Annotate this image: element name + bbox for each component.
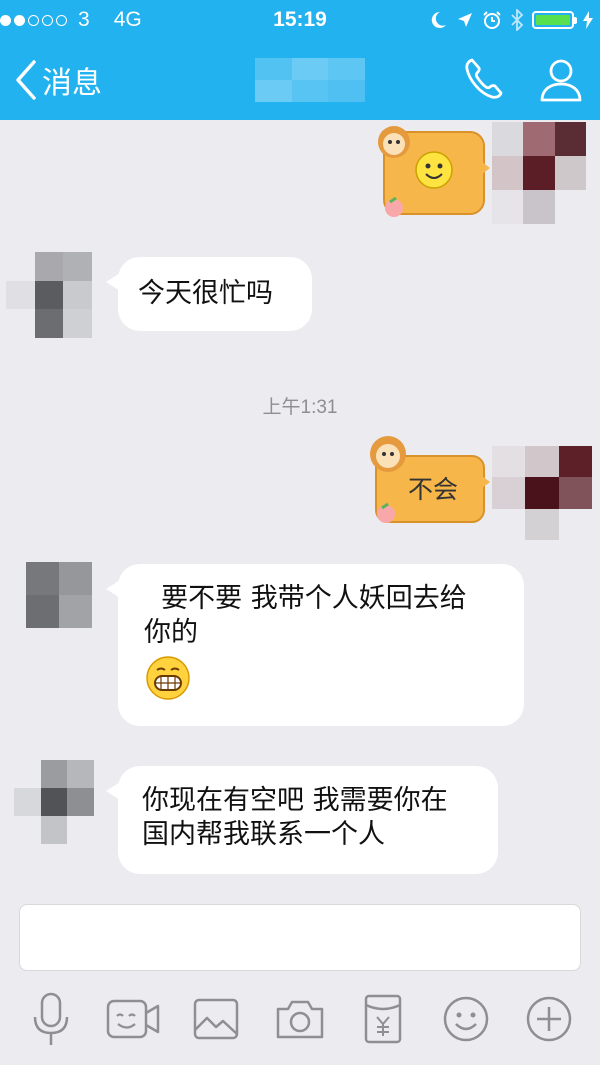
phone-call-button[interactable]: [460, 54, 510, 104]
sticker-text: 不会: [407, 475, 458, 504]
message-text-line: 你现在有空吧 我需要你在: [142, 785, 448, 816]
video-icon: [106, 999, 160, 1039]
camera-icon: [276, 1000, 324, 1039]
contact-avatar[interactable]: [26, 562, 92, 628]
emoji-icon: [443, 996, 489, 1042]
message-input[interactable]: [19, 904, 581, 971]
chevron-left-icon: [16, 60, 36, 100]
charging-icon: [583, 11, 593, 29]
status-icons: [428, 6, 594, 34]
message-timestamp: 上午1:31: [262, 397, 338, 418]
my-avatar[interactable]: [492, 122, 586, 224]
input-toolbar: [0, 988, 600, 1050]
more-button[interactable]: [521, 988, 577, 1050]
message-bubble[interactable]: 要不要 我带个人妖回去给 你的: [106, 564, 524, 726]
chat-history[interactable]: 今天很忙吗 上午1:31 不会 要不要 我带个人妖回去给 你的 你现在有空吧 我…: [0, 120, 600, 900]
red-packet-button[interactable]: [355, 988, 411, 1050]
message-text-line: 国内帮我联系一个人: [142, 819, 385, 850]
message-text: 今天很忙吗: [138, 278, 273, 309]
back-button[interactable]: 消息: [14, 56, 102, 104]
photo-button[interactable]: [188, 988, 244, 1050]
nav-bar: 消息: [0, 40, 600, 120]
image-icon: [193, 998, 239, 1040]
bluetooth-icon: [511, 9, 524, 31]
message-bubble[interactable]: 你现在有空吧 我需要你在 国内帮我联系一个人: [106, 766, 498, 874]
location-arrow-icon: [458, 13, 472, 27]
emoji-button[interactable]: [438, 988, 494, 1050]
sticker-message[interactable]: 不会: [362, 432, 490, 530]
contact-name-pixelated: [255, 58, 365, 102]
contact-avatar[interactable]: [6, 252, 92, 338]
phone-icon: [465, 58, 503, 99]
camera-button[interactable]: [272, 988, 328, 1050]
message-text-line: 要不要 我带个人妖回去给: [144, 583, 467, 614]
microphone-icon: [33, 992, 69, 1045]
contact-avatar[interactable]: [14, 760, 94, 844]
video-chat-button[interactable]: [105, 988, 161, 1050]
profile-button[interactable]: [536, 54, 586, 104]
voice-button[interactable]: [23, 988, 79, 1050]
back-label: 消息: [42, 66, 102, 101]
monkey-smile-sticker-icon: [378, 126, 490, 217]
moon-icon: [431, 11, 446, 28]
profile-icon: [540, 59, 582, 102]
input-bar: [0, 900, 600, 1065]
sticker-message[interactable]: [372, 122, 490, 220]
message-bubble[interactable]: 今天很忙吗: [106, 257, 312, 331]
my-avatar[interactable]: [492, 446, 592, 540]
battery-level: [536, 15, 570, 25]
battery-icon: [532, 11, 577, 29]
plus-icon: [526, 996, 572, 1042]
status-bar: 3 4G 15:19: [0, 0, 600, 40]
message-text-line: 你的: [144, 617, 198, 648]
red-packet-icon: [364, 994, 402, 1044]
grinning-face-icon: [146, 656, 190, 700]
alarm-icon: [483, 11, 501, 29]
